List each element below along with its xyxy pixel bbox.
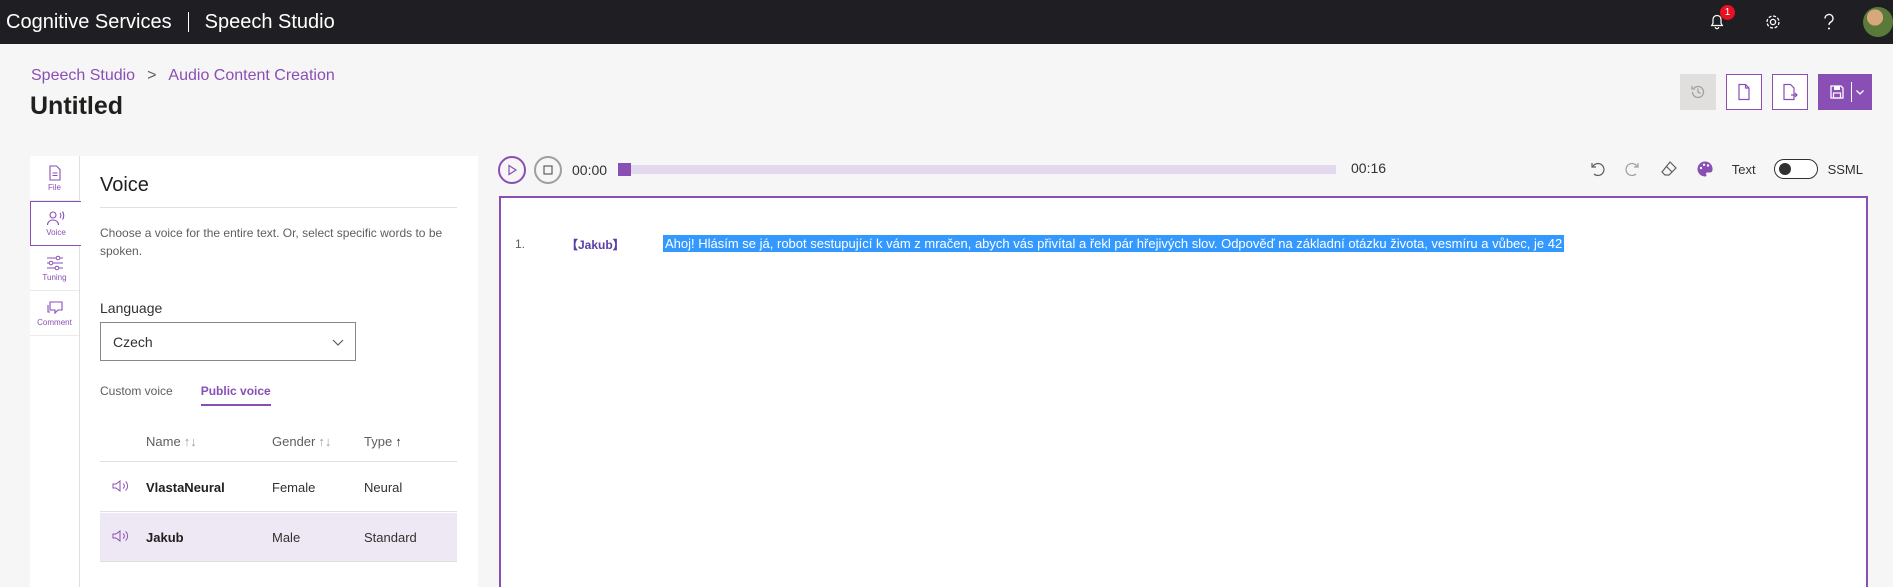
save-split-divider [1851,82,1852,102]
nav-item-comment[interactable]: Comment [30,291,79,336]
voice-type-tabs: Custom voice Public voice [100,384,271,406]
language-value: Czech [113,333,153,350]
voice-gender: Male [272,529,301,545]
brand: Cognitive Services Speech Studio [0,11,335,34]
nav-item-voice[interactable]: Voice [30,201,81,246]
current-time: 00:00 [572,162,608,178]
palette-icon[interactable] [1696,160,1714,178]
notification-badge: 1 [1720,5,1735,20]
text-editor[interactable]: 1. 【Jakub】 Ahoj! Hlásím se já, robot ses… [499,196,1868,587]
chevron-down-icon [332,339,344,346]
chevron-down-icon[interactable] [1855,87,1865,97]
nav-item-label: Voice [46,228,66,237]
audio-player: 00:00 00:16 [498,156,1386,184]
export-button[interactable] [1772,74,1808,110]
nav-item-label: File [48,182,61,192]
save-icon [1830,85,1844,99]
column-header-type[interactable]: Type ↑ [364,434,454,449]
history-button[interactable] [1680,74,1716,110]
comment-icon [46,300,63,314]
voice-icon [46,211,65,226]
nav-item-tuning[interactable]: Tuning [30,246,79,291]
breadcrumb-audio-content-creation[interactable]: Audio Content Creation [168,67,334,85]
tab-custom-voice[interactable]: Custom voice [100,384,173,406]
voice-type: Standard [364,529,417,545]
eraser-icon[interactable] [1660,160,1678,178]
divider [100,207,457,208]
speaker-icon[interactable] [112,529,130,543]
breadcrumb-separator: > [147,67,157,84]
question-icon [1824,13,1834,30]
brand-name[interactable]: Cognitive Services [6,11,172,34]
undo-icon[interactable] [1588,160,1606,178]
history-icon [1691,85,1705,99]
selected-text[interactable]: Ahoj! Hlásím se já, robot sestupující k … [663,235,1565,252]
line-number: 1. [515,237,526,251]
table-row-selected[interactable]: Jakub Male Standard [100,513,457,562]
help-button[interactable] [1801,0,1857,44]
tab-public-voice[interactable]: Public voice [200,384,271,406]
voice-table-header: Name ↑↓ Gender ↑↓ Type ↑ [100,422,457,462]
sort-icon: ↑↓ [183,434,197,449]
voice-panel-title: Voice [100,174,149,196]
new-file-button[interactable] [1726,74,1762,110]
top-bar-actions: 1 [1689,0,1893,44]
ssml-mode-label: SSML [1827,161,1863,177]
total-time: 00:16 [1351,160,1387,176]
redo-icon[interactable] [1624,160,1642,178]
language-dropdown[interactable]: Czech [100,322,356,361]
voice-type: Neural [364,479,403,495]
voice-gender: Female [272,479,316,495]
export-file-icon [1783,83,1798,101]
sort-icon: ↑↓ [318,434,332,449]
voice-tag[interactable]: 【Jakub】 [566,236,625,253]
voice-name: Jakub [146,529,184,545]
play-icon [508,164,518,176]
page-title: Untitled [30,92,124,120]
editor-tools: Text SSML [1588,159,1863,179]
text-mode-label: Text [1731,161,1756,177]
gear-icon [1766,15,1780,29]
play-button[interactable] [498,156,526,184]
tuning-icon [46,255,63,270]
nav-item-label: Tuning [42,272,67,282]
voice-name: VlastaNeural [146,479,225,495]
top-bar: Cognitive Services Speech Studio 1 [0,0,1893,44]
notifications-button[interactable]: 1 [1689,0,1745,44]
save-button[interactable] [1818,74,1872,110]
speaker-icon[interactable] [112,479,130,493]
settings-button[interactable] [1745,0,1801,44]
nav-item-file[interactable]: File [30,156,79,201]
stop-icon [543,165,553,175]
new-file-icon [1738,83,1750,101]
progress-thumb[interactable] [618,163,631,176]
brand-separator [187,12,189,32]
file-icon [48,164,61,181]
nav-item-label: Comment [37,317,72,327]
header-actions [1680,74,1872,110]
voice-panel: Voice Choose a voice for the entire text… [80,156,478,587]
progress-bar[interactable] [618,163,1336,176]
stop-button[interactable] [534,156,562,184]
breadcrumb-speech-studio[interactable]: Speech Studio [31,67,135,85]
table-row[interactable]: VlastaNeural Female Neural [100,463,457,512]
avatar[interactable] [1863,7,1893,37]
language-label: Language [100,300,163,316]
ssml-toggle[interactable] [1773,159,1818,179]
breadcrumb: Speech Studio > Audio Content Creation [31,67,335,85]
product-name[interactable]: Speech Studio [205,11,335,34]
column-header-gender[interactable]: Gender ↑↓ [272,434,364,449]
voice-panel-description: Choose a voice for the entire text. Or, … [100,226,443,258]
sort-ascending-icon: ↑ [395,434,402,449]
left-nav: File Voice Tuning Comment [30,156,81,587]
column-header-name[interactable]: Name ↑↓ [146,434,272,449]
